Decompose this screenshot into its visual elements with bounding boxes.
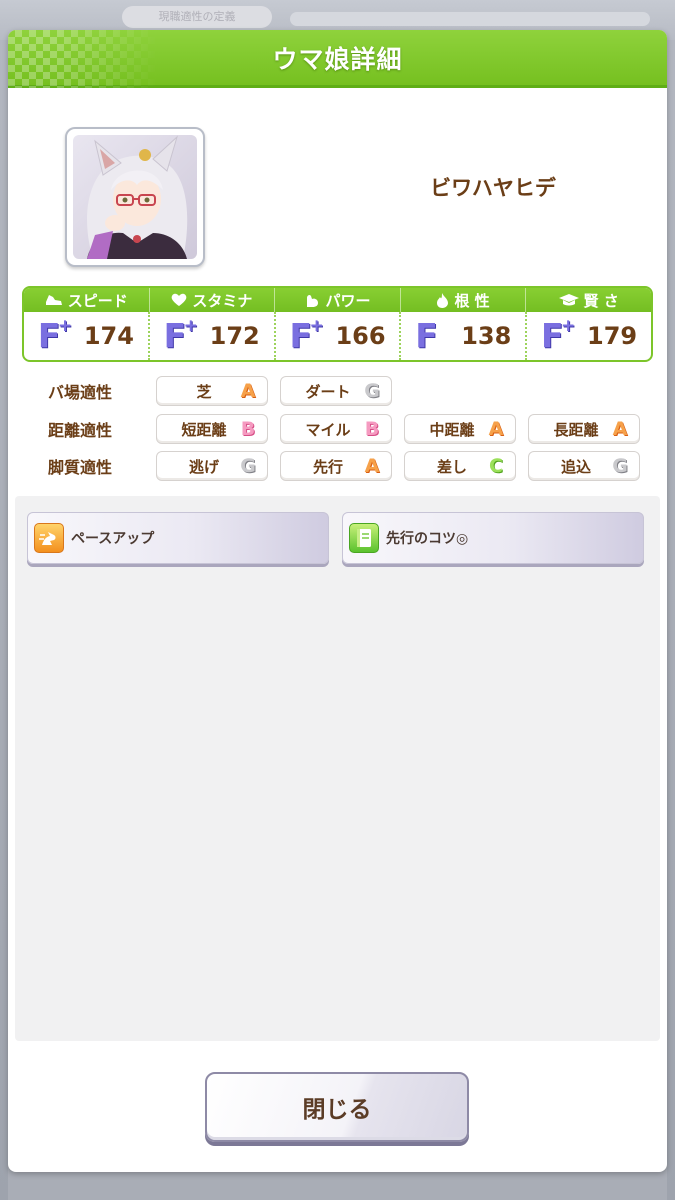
aptitude-grade: A (612, 418, 628, 440)
rank-plus: + (561, 316, 576, 336)
aptitude-row-track: バ場適性 芝 A ダート G (38, 376, 404, 406)
heart-icon (172, 293, 187, 306)
rank-badge: F + (541, 316, 576, 353)
rank-plus: + (183, 316, 198, 336)
aptitude-name: 芝 (196, 382, 212, 401)
aptitude-chip-sprint: 短距離 B (156, 414, 268, 444)
stat-wisdom: F + 179 (527, 312, 651, 360)
skills-panel: ペースアップ 先行のコツ◎ (15, 496, 660, 1041)
aptitude-grade: G (612, 455, 628, 477)
aptitude-grade: G (240, 455, 256, 477)
aptitude-row-style: 脚質適性 逃げ G 先行 A 差し C 追込 G (38, 451, 652, 481)
aptitude-chip-long: 長距離 A (528, 414, 640, 444)
character-portrait (73, 135, 197, 259)
skill-card-pace-up[interactable]: ペースアップ (27, 512, 329, 564)
flame-icon (437, 292, 449, 308)
stat-value: 174 (83, 322, 134, 350)
aptitude-name: 先行 (312, 457, 343, 476)
aptitude-chip-medium: 中距離 A (404, 414, 516, 444)
stat-header-stamina: スタミナ (150, 288, 276, 312)
skill-name: 先行のコツ◎ (386, 531, 469, 547)
background-bar (290, 12, 650, 26)
aptitude-name: 短距離 (181, 420, 227, 439)
aptitude-label: 距離適性 (48, 421, 113, 440)
aptitude-name: 追込 (560, 457, 591, 476)
character-portrait-frame[interactable] (65, 127, 205, 267)
aptitude-chip-mile: マイル B (280, 414, 392, 444)
stat-label: パワー (325, 291, 371, 310)
stat-label: 根 性 (454, 291, 490, 310)
aptitude-chip-leader: 先行 A (280, 451, 392, 481)
aptitude-grade: A (364, 455, 380, 477)
stat-label: スピード (67, 291, 128, 310)
stat-header-speed: スピード (24, 288, 150, 312)
stat-header-guts: 根 性 (401, 288, 527, 312)
stat-power: F + 166 (276, 312, 402, 360)
background-tab: 現職適性の定義 (122, 6, 272, 28)
aptitude-row-distance: 距離適性 短距離 B マイル B 中距離 A 長距離 A (38, 414, 652, 444)
aptitude-name: 長距離 (553, 420, 599, 439)
stat-value: 172 (209, 322, 260, 350)
skill-card-leader-tips[interactable]: 先行のコツ◎ (342, 512, 644, 564)
dialog-title: ウマ娘詳細 (272, 45, 403, 74)
aptitude-chip-runner: 逃げ G (156, 451, 268, 481)
background-left-edge (0, 40, 8, 1200)
stat-label: 賢 さ (583, 291, 619, 310)
background-right-edge (667, 40, 675, 1200)
uma-detail-dialog: ウマ娘詳細 ビワハヤヒデ スピード スタミナ パワー 根 性 賢 さ F + 1… (8, 30, 667, 1172)
rank-badge: F (415, 319, 449, 353)
stat-stamina: F + 172 (150, 312, 276, 360)
aptitude-chip-dirt: ダート G (280, 376, 392, 406)
aptitude-grade: A (488, 418, 504, 440)
rank-plus: + (57, 316, 73, 336)
stats-value-row: F + 174 F + 172 F + 166 F 138 F + 179 (24, 312, 651, 360)
skill-name: ペースアップ (71, 531, 155, 547)
stat-header-power: パワー (275, 288, 401, 312)
aptitude-chip-betweener: 差し C (404, 451, 516, 481)
close-button[interactable]: 閉じる (205, 1072, 469, 1142)
dialog-header: ウマ娘詳細 (8, 30, 667, 88)
rank-plus: + (309, 316, 324, 336)
aptitude-label: 脚質適性 (48, 458, 113, 477)
stat-speed: F + 174 (24, 312, 150, 360)
stat-header-wisdom: 賢 さ (526, 288, 651, 312)
aptitude-name: ダート (305, 382, 351, 401)
aptitude-grade: B (240, 418, 256, 440)
rank-badge: F + (164, 316, 198, 353)
rank-letter: F (415, 316, 438, 355)
aptitude-grade: A (240, 380, 256, 402)
aptitude-grade: G (364, 380, 380, 402)
aptitude-chip-chaser: 追込 G (528, 451, 640, 481)
stat-label: スタミナ (192, 291, 253, 310)
stats-table: スピード スタミナ パワー 根 性 賢 さ F + 174 F + 172 F … (22, 286, 653, 362)
stat-value: 166 (335, 322, 386, 350)
aptitude-name: 逃げ (188, 457, 219, 476)
book-skill-icon (349, 523, 379, 553)
speed-skill-icon (34, 523, 64, 553)
stats-header-row: スピード スタミナ パワー 根 性 賢 さ (24, 288, 651, 312)
aptitude-name: 中距離 (429, 420, 475, 439)
graduation-cap-icon (558, 294, 579, 306)
stat-value: 179 (587, 322, 638, 350)
aptitude-name: マイル (305, 420, 351, 439)
aptitude-label: バ場適性 (48, 383, 113, 402)
character-name: ビワハヤヒデ (430, 176, 556, 200)
aptitude-grade: B (364, 418, 380, 440)
aptitude-grade: C (489, 455, 503, 477)
aptitude-chip-turf: 芝 A (156, 376, 268, 406)
aptitude-name: 差し (436, 457, 467, 476)
rank-badge: F + (289, 316, 324, 353)
muscle-icon (307, 294, 319, 307)
shoe-icon (45, 295, 62, 305)
rank-badge: F + (38, 316, 73, 353)
stat-guts: F 138 (401, 312, 528, 360)
stat-value: 138 (461, 322, 512, 350)
